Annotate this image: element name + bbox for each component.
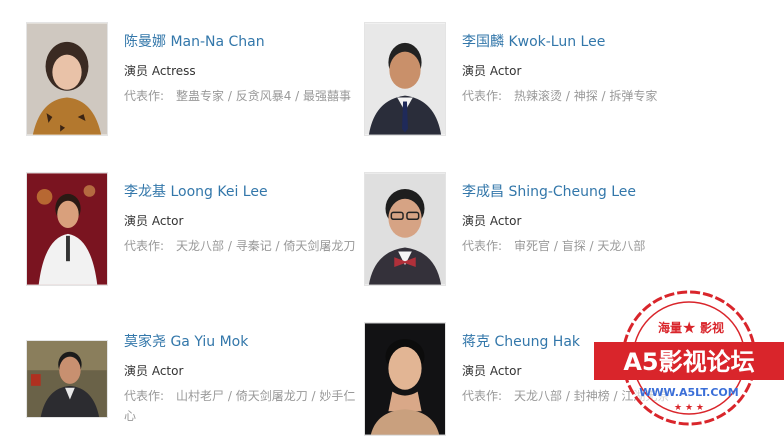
portrait-image bbox=[365, 173, 445, 285]
works-label: 代表作: bbox=[124, 89, 165, 103]
person-role: 演员 Actor bbox=[124, 214, 184, 228]
portrait-image bbox=[365, 323, 445, 435]
person-works: 代表作: 山村老尸 / 倚天剑屠龙刀 / 妙手仁心 bbox=[124, 386, 364, 426]
works-label: 代表作: bbox=[462, 89, 503, 103]
works-list: 整蛊专家 / 反贪风暴4 / 最强囍事 bbox=[176, 89, 352, 103]
person-role: 演员 Actor bbox=[462, 64, 522, 78]
portrait-image bbox=[365, 23, 445, 135]
person-role: 演员 Actress bbox=[124, 64, 196, 78]
person-name-link[interactable]: 莫家尧 Ga Yiu Mok bbox=[124, 331, 248, 351]
person-card: 李龙基 Loong Kei Lee 演员 Actor 代表作: 天龙八部 / 寻秦… bbox=[26, 172, 366, 292]
person-works: 代表作: 整蛊专家 / 反贪风暴4 / 最强囍事 bbox=[124, 86, 364, 106]
person-card: 蒋克 Cheung Hak 演员 Actor 代表作: 天龙八部 / 封神榜 / … bbox=[364, 322, 704, 442]
works-list: 热辣滚烫 / 神探 / 拆弹专家 bbox=[514, 89, 658, 103]
portrait-image bbox=[27, 173, 107, 285]
person-works: 代表作: 热辣滚烫 / 神探 / 拆弹专家 bbox=[462, 86, 702, 106]
works-list: 审死官 / 盲探 / 天龙八部 bbox=[514, 239, 646, 253]
works-label: 代表作: bbox=[124, 239, 165, 253]
person-card: 李成昌 Shing-Cheung Lee 演员 Actor 代表作: 审死官 / … bbox=[364, 172, 704, 292]
person-works: 代表作: 天龙八部 / 寻秦记 / 倚天剑屠龙刀 bbox=[124, 236, 364, 256]
portrait-image bbox=[27, 23, 107, 135]
person-photo[interactable] bbox=[364, 172, 446, 286]
works-list: 天龙八部 / 寻秦记 / 倚天剑屠龙刀 bbox=[176, 239, 356, 253]
person-role: 演员 Actor bbox=[124, 364, 184, 378]
person-name-link[interactable]: 陈曼娜 Man-Na Chan bbox=[124, 31, 265, 51]
person-name-link[interactable]: 李成昌 Shing-Cheung Lee bbox=[462, 181, 636, 201]
portrait-image bbox=[27, 341, 107, 417]
person-photo[interactable] bbox=[364, 22, 446, 136]
person-role: 演员 Actor bbox=[462, 364, 522, 378]
person-photo[interactable] bbox=[26, 22, 108, 136]
person-photo[interactable] bbox=[26, 340, 108, 418]
person-name-link[interactable]: 李国麟 Kwok-Lun Lee bbox=[462, 31, 605, 51]
person-role: 演员 Actor bbox=[462, 214, 522, 228]
person-photo[interactable] bbox=[26, 172, 108, 286]
works-label: 代表作: bbox=[462, 389, 503, 403]
works-label: 代表作: bbox=[124, 389, 165, 403]
person-card: 莫家尧 Ga Yiu Mok 演员 Actor 代表作: 山村老尸 / 倚天剑屠龙… bbox=[26, 322, 366, 442]
person-photo[interactable] bbox=[364, 322, 446, 436]
works-label: 代表作: bbox=[462, 239, 503, 253]
works-list: 天龙八部 / 封神榜 / 江湖无奈 bbox=[514, 389, 670, 403]
person-card: 陈曼娜 Man-Na Chan 演员 Actress 代表作: 整蛊专家 / 反贪… bbox=[26, 22, 366, 142]
person-name-link[interactable]: 蒋克 Cheung Hak bbox=[462, 331, 580, 351]
person-works: 代表作: 审死官 / 盲探 / 天龙八部 bbox=[462, 236, 702, 256]
person-works: 代表作: 天龙八部 / 封神榜 / 江湖无奈 bbox=[462, 386, 702, 406]
person-card: 李国麟 Kwok-Lun Lee 演员 Actor 代表作: 热辣滚烫 / 神探 … bbox=[364, 22, 704, 142]
person-name-link[interactable]: 李龙基 Loong Kei Lee bbox=[124, 181, 268, 201]
